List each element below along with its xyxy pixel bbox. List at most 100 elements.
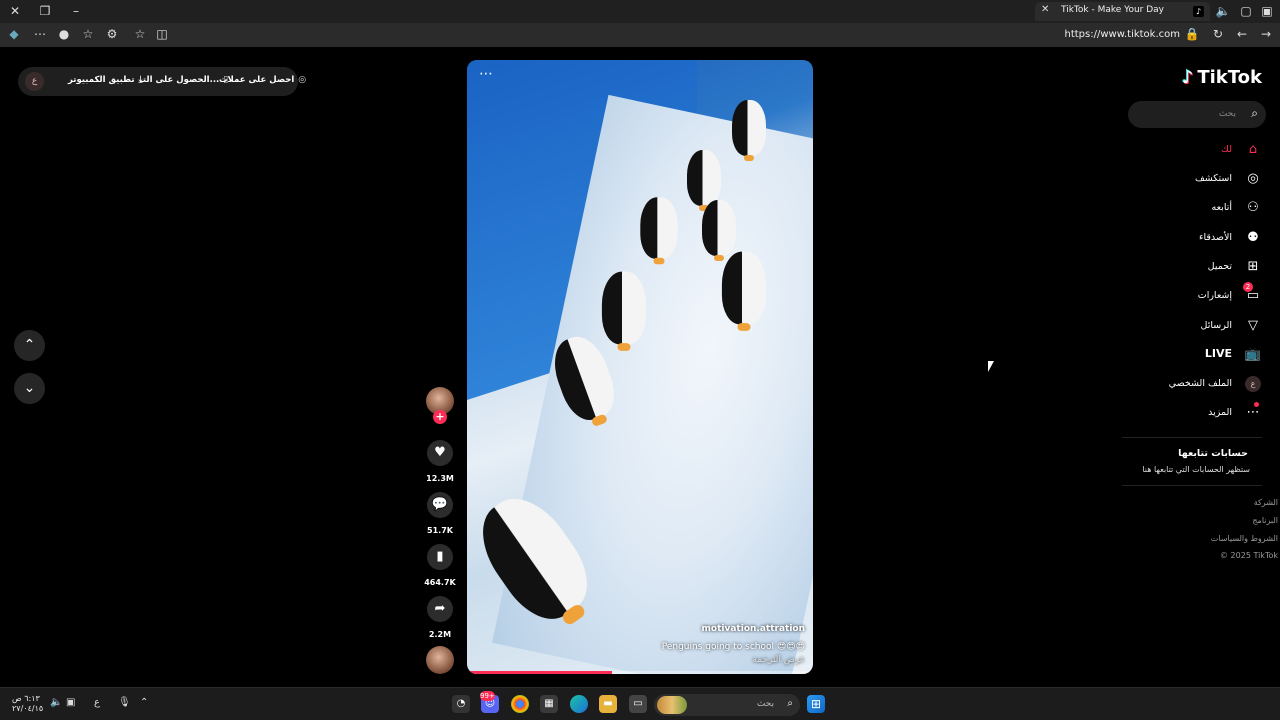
footer-company-link[interactable]: الشركة: [1254, 498, 1278, 507]
discord-badge: 99+: [480, 691, 495, 701]
compass-icon: ◎: [1247, 171, 1259, 186]
nav-label: LIVE: [1204, 347, 1232, 360]
taskbar-search-input[interactable]: بحث ⌕: [654, 694, 800, 716]
back-icon[interactable]: ←: [1232, 23, 1252, 46]
nav-following[interactable]: ⚇ أتابعه: [1122, 198, 1262, 218]
more-menu-icon[interactable]: ⋯: [30, 23, 50, 46]
user-avatar[interactable]: ع: [25, 72, 44, 91]
nav-more[interactable]: ⋯ المزيد: [1122, 402, 1262, 423]
video-player[interactable]: ⋯ motivation.attration Penguins going to…: [467, 60, 813, 674]
sound-avatar[interactable]: [426, 646, 454, 674]
tiktok-note-icon: ♪: [1181, 67, 1194, 88]
search-icon[interactable]: ⌕: [1251, 106, 1258, 121]
nav-notifications[interactable]: ▭ 2 إشعارات: [1122, 282, 1262, 306]
nav-label: الأصدقاء: [1198, 232, 1232, 243]
browser-toolbar: ◆ ⋯ ● ☆ ⚙ ☆ ◫ https://www.tiktok.com 🔒 ↻…: [0, 23, 1280, 47]
comment-button[interactable]: 💬: [427, 492, 453, 518]
more-dot-indicator: [1254, 402, 1259, 407]
comment-count: 51.7K: [427, 526, 453, 535]
video-more-options-icon[interactable]: ⋯: [479, 66, 494, 82]
nav-for-you[interactable]: ⌂ لك: [1122, 140, 1262, 160]
browser-tab[interactable]: ✕ TikTok - Make Your Day ♪: [1035, 2, 1210, 21]
profile-avatar-icon[interactable]: ●: [54, 23, 74, 46]
windows-start-icon[interactable]: ⊞: [807, 695, 825, 713]
get-app-button[interactable]: الحصول على التـ... ▯: [140, 75, 228, 85]
address-bar-url[interactable]: https://www.tiktok.com: [1065, 29, 1181, 40]
restore-window-icon[interactable]: ❐: [35, 0, 55, 23]
search-input[interactable]: بحث ⌕: [1128, 101, 1266, 128]
video-progress-fill: [467, 671, 613, 674]
get-coins-button[interactable]: احصل على عملات ◎: [219, 75, 306, 85]
nav-messages[interactable]: ▽ الرسائل: [1122, 316, 1262, 336]
extensions-icon[interactable]: ⚙: [102, 23, 122, 46]
footer-terms-link[interactable]: الشروط والسياسات: [1211, 534, 1278, 543]
penguin-figure: [687, 150, 721, 211]
desktop-app-button[interactable]: تطبيق الكمبيوتر ⤓: [68, 75, 143, 85]
nav-label: الملف الشخصي: [1168, 378, 1232, 389]
lock-icon[interactable]: 🔒: [1182, 23, 1202, 46]
volume-icon[interactable]: 🔈: [50, 697, 62, 708]
footer-copyright: © 2025 TikTok: [1220, 551, 1278, 560]
footer-program-link[interactable]: البرنامج: [1252, 516, 1278, 525]
task-view-icon[interactable]: ▭: [629, 695, 647, 713]
nav-upload[interactable]: ⊞ تحميل: [1122, 257, 1262, 277]
copilot-icon[interactable]: ◆: [4, 23, 24, 46]
see-translation-link[interactable]: عرض الترجمة: [752, 655, 805, 665]
following-accounts-hint: ستظهر الحسابات التي تتابعها هنا: [1142, 465, 1250, 474]
next-video-button[interactable]: ⌄: [14, 373, 45, 404]
microphone-icon[interactable]: 🎙: [118, 697, 131, 708]
refresh-icon[interactable]: ↻: [1208, 23, 1228, 46]
nav-explore[interactable]: ◎ استكشف: [1122, 169, 1262, 189]
like-button[interactable]: ♥: [427, 440, 453, 466]
workspace-icon[interactable]: ▣: [1257, 0, 1277, 23]
coin-icon: ◎: [298, 75, 307, 85]
add-favorite-icon[interactable]: ☆: [130, 23, 150, 46]
nav-label: المزيد: [1208, 407, 1232, 418]
search-highlight-image: [657, 696, 687, 714]
desktop-app-label: تطبيق الكمبيوتر: [68, 75, 135, 85]
profile-avatar-icon: ع: [1245, 376, 1261, 392]
tab-actions-icon[interactable]: ▢: [1236, 0, 1256, 23]
input-language[interactable]: ع: [94, 697, 100, 708]
plus-square-icon: ⊞: [1247, 259, 1259, 274]
store-icon[interactable]: ▦: [540, 695, 558, 713]
taskbar-search-placeholder: بحث: [756, 699, 774, 709]
penguin-figure: [640, 197, 678, 265]
get-coins-label: احصل على عملات: [219, 75, 295, 85]
save-button[interactable]: ▮: [427, 544, 453, 570]
nav-live[interactable]: 📺 LIVE: [1122, 345, 1262, 365]
tab-close-icon[interactable]: ✕: [1041, 4, 1049, 15]
speaker-icon[interactable]: 🔈: [1213, 0, 1233, 23]
live-tv-icon: 📺: [1244, 347, 1262, 362]
previous-video-button[interactable]: ⌃: [14, 330, 45, 361]
follow-plus-icon[interactable]: +: [433, 410, 447, 424]
nav-label: تحميل: [1207, 261, 1232, 272]
tiktok-favicon-icon: ♪: [1193, 6, 1204, 17]
share-icon: ➦: [434, 601, 446, 616]
user-follow-icon: ⚇: [1247, 200, 1259, 215]
nav-label: استكشف: [1194, 173, 1232, 184]
logo-text: TikTok: [1197, 67, 1262, 88]
heart-icon: ♥: [434, 445, 446, 460]
tiktok-page: ع تطبيق الكمبيوتر ⤓ الحصول على التـ... ▯ ا…: [0, 47, 1280, 687]
tray-expand-icon[interactable]: ⌃: [140, 697, 148, 708]
system-clock[interactable]: ٦:١٣ ص ٢٧/٠٤/١٥: [12, 694, 43, 714]
close-window-icon[interactable]: ✕: [5, 0, 25, 23]
chrome-icon[interactable]: [511, 695, 529, 713]
tiktok-logo[interactable]: ♪ TikTok: [1182, 67, 1262, 88]
share-button[interactable]: ➦: [427, 596, 453, 622]
windows-taskbar: ٦:١٣ ص ٢٧/٠٤/١٥ 🔈 ▣ ع 🎙 ⌃ ◔ ☺ 99+ ▦ ▬ ▭ …: [0, 687, 1280, 720]
top-action-bar: ع تطبيق الكمبيوتر ⤓ الحصول على التـ... ▯ ا…: [18, 67, 306, 96]
mouse-cursor: [988, 361, 994, 372]
video-username[interactable]: motivation.attration: [702, 624, 805, 634]
favorites-icon[interactable]: ☆: [78, 23, 98, 46]
edge-icon[interactable]: [570, 695, 588, 713]
nav-profile[interactable]: ع الملف الشخصي: [1122, 374, 1262, 394]
forward-icon[interactable]: →: [1256, 23, 1276, 46]
app-icon[interactable]: ◔: [452, 695, 470, 713]
minimize-window-icon[interactable]: –: [66, 0, 86, 23]
network-icon[interactable]: ▣: [66, 697, 75, 708]
nav-friends[interactable]: ⚉ الأصدقاء: [1122, 228, 1262, 248]
split-screen-icon[interactable]: ◫: [152, 23, 172, 46]
file-explorer-icon[interactable]: ▬: [599, 695, 617, 713]
